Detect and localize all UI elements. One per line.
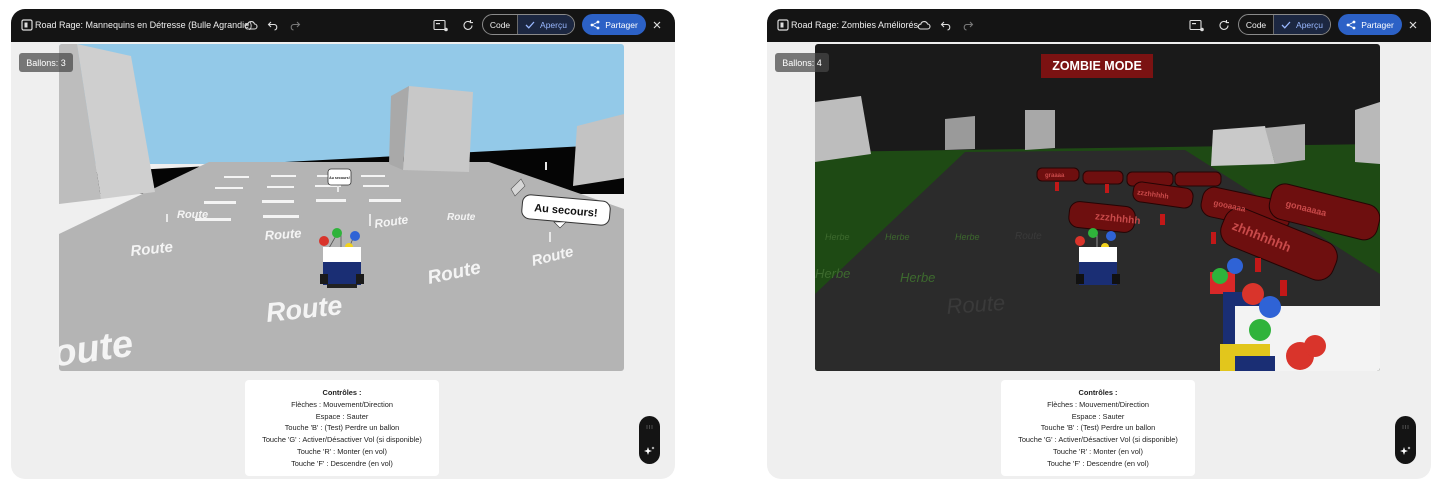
cloud-icon[interactable] [244, 19, 258, 31]
redo-icon[interactable] [288, 19, 302, 31]
control-line: Flèches : Mouvement/Direction [1047, 399, 1149, 409]
app-icon [777, 19, 789, 31]
control-line: Touche 'B' : (Test) Perdre un ballon [1040, 423, 1156, 433]
zombie-mode-banner: ZOMBIE MODE [1041, 54, 1153, 78]
control-line: Touche 'G' : Activer/Désactiver Vol (si … [262, 435, 422, 445]
balloon-counter: Ballons: 3 [19, 53, 73, 72]
share-icon [1346, 20, 1356, 29]
control-line: Touche 'F' : Descendre (en vol) [1047, 458, 1149, 468]
cloud-icon[interactable] [917, 19, 931, 31]
undo-icon[interactable] [939, 19, 953, 31]
control-line: Touche 'R' : Monter (en vol) [1053, 446, 1143, 456]
small-speech-bubble: Au secours! [329, 176, 350, 180]
floating-assistant-button[interactable] [1395, 416, 1416, 464]
app-window-zombies: Road Rage: Zombies Améliorés Code Aperçu… [767, 9, 1431, 479]
view-toggle: Code Aperçu [1238, 14, 1331, 35]
app-window-mannequins: Road Rage: Mannequins en Détresse (Bulle… [11, 9, 675, 479]
redo-icon[interactable] [961, 19, 975, 31]
close-icon[interactable] [1407, 19, 1419, 31]
share-button[interactable]: Partager [1338, 14, 1402, 35]
preview-tab[interactable]: Aperçu [518, 15, 574, 34]
code-tab[interactable]: Code [1239, 15, 1274, 34]
control-line: Touche 'G' : Activer/Désactiver Vol (si … [1018, 435, 1178, 445]
drag-handle-icon[interactable] [646, 425, 653, 429]
controls-panel: Contrôles : Flèches : Mouvement/Directio… [245, 380, 439, 476]
grass-label: Herbe [885, 232, 910, 242]
undo-icon[interactable] [266, 19, 280, 31]
control-line: Touche 'B' : (Test) Perdre un ballon [284, 423, 400, 433]
zombie-speech: graaaa [1045, 173, 1065, 179]
top-bar: Road Rage: Zombies Améliorés Code Aperçu… [767, 9, 1431, 42]
sparkle-icon [644, 446, 655, 455]
control-line: Flèches : Mouvement/Direction [291, 399, 393, 409]
game-canvas[interactable]: Herbe Herbe Herbe Herbe Herbe Route Rout… [815, 44, 1380, 371]
close-icon[interactable] [651, 19, 663, 31]
preview-label: Aperçu [540, 19, 567, 30]
road-label: Route [447, 212, 476, 223]
grass-label: Herbe [900, 270, 935, 285]
controls-panel: Contrôles : Flèches : Mouvement/Directio… [1001, 380, 1195, 476]
reload-icon[interactable] [462, 19, 474, 32]
check-icon [1281, 21, 1291, 29]
svg-text:Route: Route [264, 225, 302, 243]
game-scene: Route Route Route Route Route oute Route… [59, 44, 624, 371]
grass-label: Herbe [955, 232, 980, 242]
share-label: Partager [605, 19, 638, 30]
reload-icon[interactable] [1218, 19, 1230, 32]
balloon-counter: Ballons: 4 [775, 53, 829, 72]
grass-label: Herbe [825, 232, 850, 242]
control-line: Espace : Sauter [315, 411, 369, 421]
frame-icon[interactable] [1189, 19, 1205, 32]
frame-icon[interactable] [433, 19, 449, 32]
road-label: Route [946, 290, 1006, 319]
preview-label: Aperçu [1296, 19, 1323, 30]
game-canvas[interactable]: Route Route Route Route Route oute Route… [59, 44, 624, 371]
game-scene: Herbe Herbe Herbe Herbe Herbe Route Rout… [815, 44, 1380, 371]
drag-handle-icon[interactable] [1402, 425, 1409, 429]
floating-assistant-button[interactable] [639, 416, 660, 464]
preview-tab[interactable]: Aperçu [1274, 15, 1330, 34]
check-icon [525, 21, 535, 29]
top-bar: Road Rage: Mannequins en Détresse (Bulle… [11, 9, 675, 42]
artifact-title: Road Rage: Zombies Améliorés [791, 20, 919, 30]
share-label: Partager [1361, 19, 1394, 30]
control-line: Touche 'F' : Descendre (en vol) [291, 458, 393, 468]
controls-title: Contrôles : [1078, 388, 1118, 397]
artifact-title: Road Rage: Mannequins en Détresse (Bulle… [35, 20, 253, 30]
control-line: Touche 'R' : Monter (en vol) [297, 446, 387, 456]
view-toggle: Code Aperçu [482, 14, 575, 35]
sparkle-icon [1400, 446, 1411, 455]
road-label: Route [177, 209, 208, 221]
app-icon [21, 19, 33, 31]
road-label: Route [1015, 231, 1042, 242]
grass-label: Herbe [815, 266, 850, 281]
control-line: Espace : Sauter [1071, 411, 1125, 421]
controls-title: Contrôles : [322, 388, 362, 397]
code-tab[interactable]: Code [483, 15, 518, 34]
share-button[interactable]: Partager [582, 14, 646, 35]
share-icon [590, 20, 600, 29]
